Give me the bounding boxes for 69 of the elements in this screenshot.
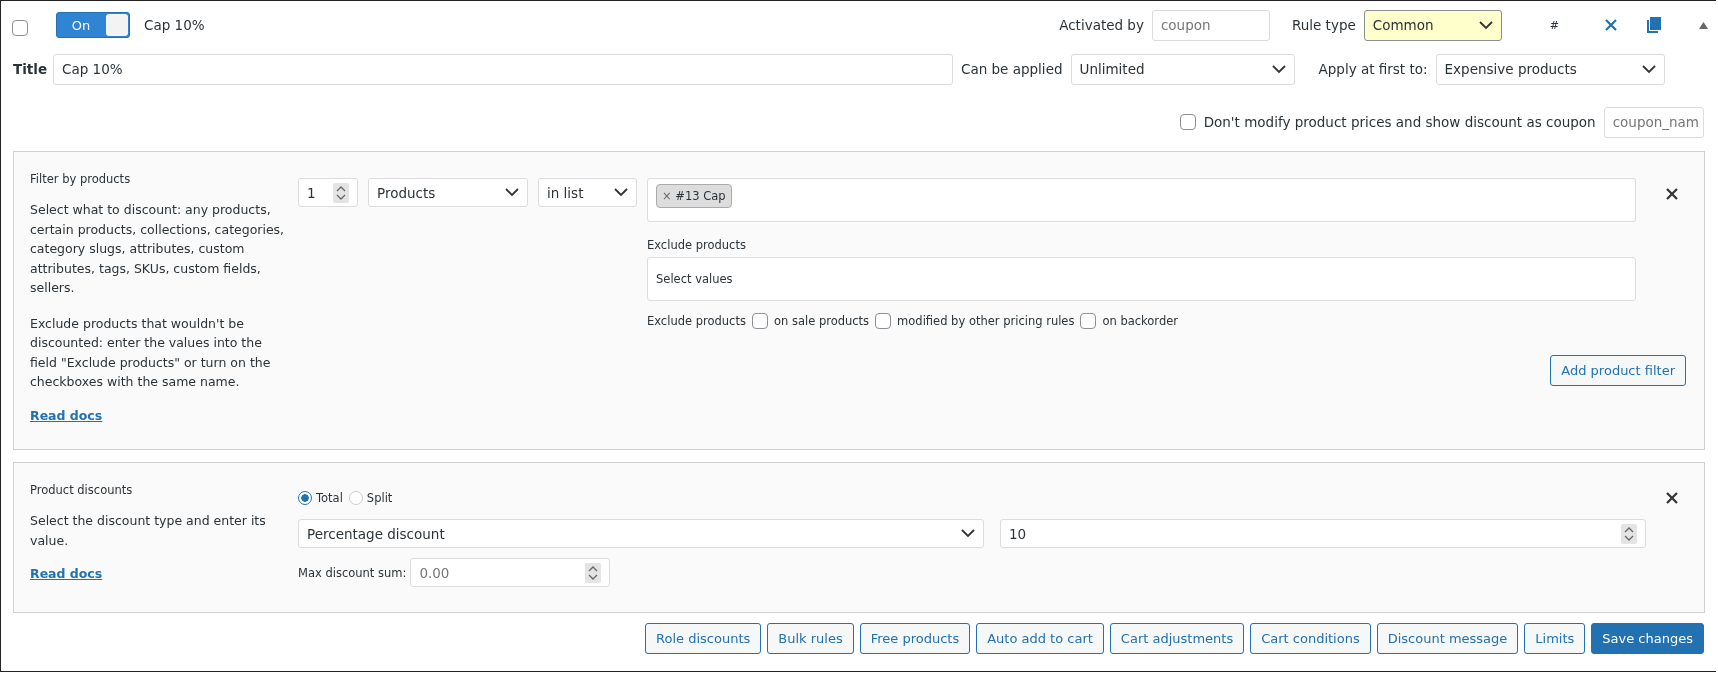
close-icon[interactable] (1666, 492, 1678, 504)
toggle-switch[interactable]: On (56, 12, 130, 38)
chevron-down-icon (1478, 20, 1493, 30)
section-button[interactable]: Limits (1524, 623, 1586, 654)
apply-first-select[interactable]: Expensive products (1435, 53, 1665, 85)
checkbox[interactable] (12, 20, 28, 36)
can-be-applied-select[interactable]: Unlimited (1070, 53, 1295, 85)
checkbox-label: on backorder (1102, 314, 1178, 328)
spinner-arrows-icon (585, 562, 602, 583)
chevron-down-icon (961, 529, 975, 538)
field-label: Can be applied (961, 61, 1063, 77)
spinner-arrows-icon (1621, 523, 1637, 544)
field-label: Activated by (1059, 17, 1144, 33)
section-button[interactable]: Free products (859, 623, 971, 654)
exclude-products-field[interactable]: Select values (647, 257, 1636, 301)
coupon-name-field[interactable]: coupon_nam (1603, 106, 1704, 138)
section-button[interactable]: Cart adjustments (1109, 623, 1245, 654)
hash-label: # (1549, 18, 1559, 32)
quantity-field[interactable]: 1 (298, 178, 358, 207)
checkbox[interactable] (1080, 313, 1097, 329)
filter-type-select[interactable]: Products (368, 178, 528, 207)
section-button[interactable]: Auto add to cart (976, 623, 1104, 654)
panel-heading: Product discounts (30, 483, 134, 497)
help-text: Select the discount type and enter its value. (30, 512, 267, 550)
chevron-down-icon (505, 188, 519, 197)
radio-label: Total (316, 491, 343, 505)
discount-type-select[interactable]: Percentage discount (298, 519, 984, 548)
rule-name: Cap 10% (144, 17, 205, 33)
method-select[interactable]: in list (538, 178, 637, 207)
title-field[interactable]: Cap 10% (53, 53, 953, 85)
spinner-arrows-icon (333, 182, 349, 203)
read-docs-link[interactable]: Read docs (30, 566, 103, 581)
section-button[interactable]: Bulk rules (767, 623, 854, 654)
exclude-label: Exclude products (647, 314, 746, 328)
discount-value-field[interactable]: 10 (1000, 519, 1646, 548)
title-label: Title (13, 61, 45, 77)
checkbox-label: on sale products (773, 314, 870, 328)
chevron-down-icon (614, 188, 628, 197)
add-product-filter-button[interactable]: Add product filter (1550, 355, 1686, 386)
checkbox[interactable] (751, 313, 768, 329)
max-discount-field[interactable]: 0.00 (410, 558, 611, 587)
close-icon[interactable] (1666, 188, 1678, 200)
rule-type-select[interactable]: Common (1363, 9, 1502, 41)
chevron-down-icon (1641, 64, 1656, 74)
save-button[interactable]: Save changes (1591, 623, 1704, 654)
radio-label: Split (366, 491, 393, 505)
exclude-label: Exclude products (647, 238, 747, 252)
section-button[interactable]: Cart conditions (1250, 623, 1371, 654)
products-field[interactable]: × #13 Cap (647, 178, 1636, 222)
field-label: Max discount sum: (298, 565, 407, 580)
activated-by-field[interactable]: coupon (1151, 9, 1270, 41)
checkbox[interactable] (1179, 114, 1196, 130)
collapse-triangle-icon[interactable] (1699, 21, 1708, 29)
panel-heading: Filter by products (30, 172, 132, 186)
checkbox-label: Don't modify product prices and show discount as coupon (1203, 114, 1596, 130)
radio-button[interactable] (298, 491, 312, 505)
field-label: Rule type (1291, 17, 1356, 33)
field-label: Apply at first to: (1318, 61, 1428, 77)
chevron-down-icon (1271, 64, 1286, 74)
close-icon[interactable] (1605, 19, 1617, 31)
help-text: Exclude products that wouldn't be discounted: enter the values into the field "Exclude products" or turn on the checkboxes with the same name. (30, 314, 272, 391)
read-docs-link[interactable]: Read docs (30, 407, 103, 423)
checkbox[interactable] (875, 313, 892, 329)
checkbox-label: modified by other pricing rules (897, 314, 1075, 328)
section-button[interactable]: Role discounts (645, 623, 762, 654)
section-button[interactable]: Discount message (1376, 623, 1519, 654)
copy-icon[interactable] (1647, 17, 1661, 33)
help-text: Select what to discount: any products, certain products, collections, categories, category slugs, attributes, custom attributes, tags, SKUs, custom fields, sellers. (30, 201, 286, 297)
product-tag: × #13 Cap (656, 184, 732, 208)
